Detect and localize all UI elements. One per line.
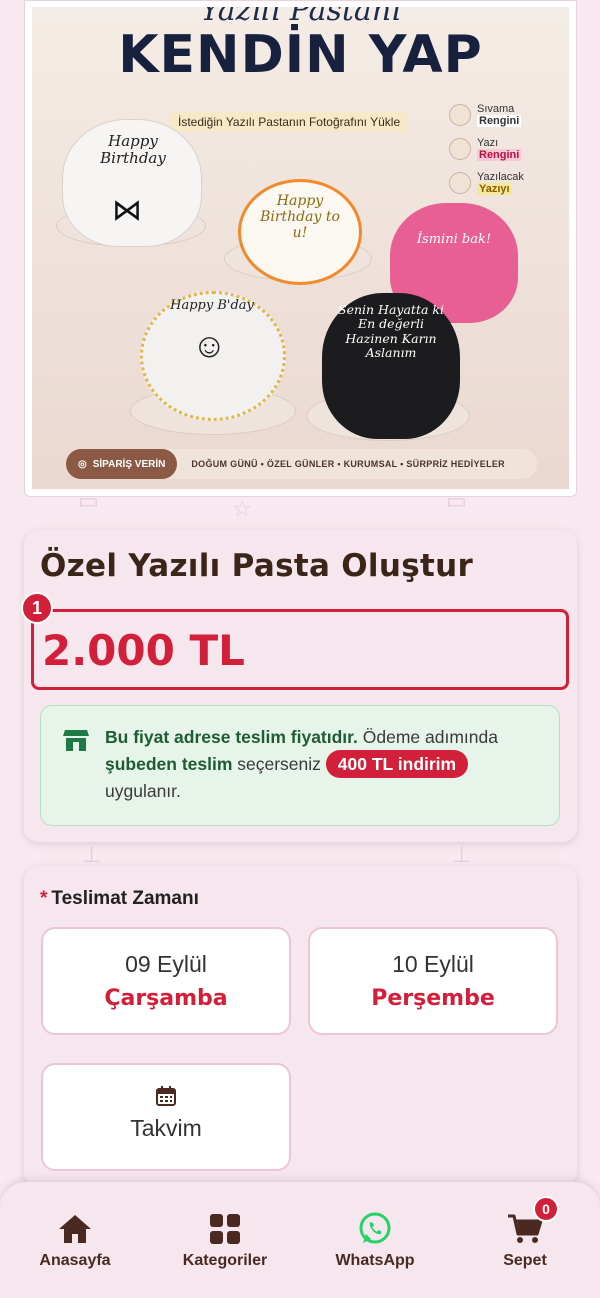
nav-home[interactable]: Anasayfa xyxy=(0,1182,150,1298)
step-marker: 1 xyxy=(21,592,53,624)
palette-icon xyxy=(449,104,471,126)
notice-text: uygulanır. xyxy=(105,781,181,801)
notice-text: seçerseniz xyxy=(232,754,326,774)
whatsapp-icon xyxy=(359,1212,391,1244)
home-icon xyxy=(59,1215,91,1243)
nav-categories[interactable]: Kategoriler xyxy=(150,1182,300,1298)
calendar-icon xyxy=(156,1086,176,1106)
delivery-date: 10 Eylül xyxy=(392,951,474,977)
delivery-day-option[interactable]: 09 Eylül Çarşamba xyxy=(41,927,291,1035)
bow-icon: ⋈ xyxy=(112,194,142,227)
banner-tags: DOĞUM GÜNÜ • ÖZEL GÜNLER • KURUMSAL • SÜ… xyxy=(191,459,505,469)
calendar-option[interactable]: Takvim xyxy=(41,1063,291,1171)
store-icon xyxy=(63,730,89,751)
notice-bold-text: şubeden teslim xyxy=(105,754,233,774)
ghost-icon: ☺ xyxy=(192,327,227,365)
nav-home-label: Anasayfa xyxy=(39,1252,111,1269)
banner-footer: ◎ SİPARİŞ VERİN DOĞUM GÜNÜ • ÖZEL GÜNLER… xyxy=(66,449,537,479)
banner-options: Sıvama Rengini Yazı Rengini Yazılacak Yazıy… xyxy=(449,103,559,205)
nav-categories-label: Kategoriler xyxy=(182,1252,268,1269)
cart-count-badge: 0 xyxy=(533,1196,559,1222)
deco-star-icon: ☆ xyxy=(232,496,252,521)
nav-cart-label: Sepet xyxy=(503,1252,547,1269)
cake-text: Happy Birthday xyxy=(100,132,166,168)
banner-option: Yazı Rengini xyxy=(449,137,559,161)
delivery-weekday: Perşembe xyxy=(371,986,495,1011)
banner-option: Yazılacak Yazıyı xyxy=(449,171,559,195)
cake-text: Senin Hayatta ki En değerli Hazinen Karı… xyxy=(338,302,444,361)
delivery-title: * Teslimat Zamanı xyxy=(40,888,199,910)
delivery-time-card: * Teslimat Zamanı 09 Eylül Çarşamba 10 Ey… xyxy=(24,866,577,1186)
nav-whatsapp-label: WhatsApp xyxy=(335,1252,415,1269)
notice-bold-text: Bu fiyat adrese teslim fiyatıdır. xyxy=(105,727,358,747)
nav-whatsapp[interactable]: WhatsApp xyxy=(300,1182,450,1298)
delivery-title-text: Teslimat Zamanı xyxy=(51,888,199,909)
price-box: 1 2.000 TL xyxy=(21,592,569,690)
whatsapp-icon: ◎ xyxy=(78,458,87,470)
banner-order-cta: ◎ SİPARİŞ VERİN xyxy=(66,449,178,479)
calendar-label: Takvim xyxy=(130,1115,202,1141)
grid-icon xyxy=(210,1214,240,1244)
banner-title: KENDİN YAP xyxy=(118,25,483,85)
keyboard-icon xyxy=(449,172,471,194)
delivery-weekday: Çarşamba xyxy=(104,986,228,1011)
cake-text: İsmini bak! xyxy=(416,232,492,247)
delivery-date: 09 Eylül xyxy=(125,951,207,977)
product-banner-image: Yazılı Pastanı KENDİN YAP İstediğin Yazı… xyxy=(32,7,569,489)
price: 2.000 TL xyxy=(42,626,245,675)
bottom-nav: Anasayfa Kategoriler WhatsApp 0 Sepet xyxy=(0,1182,600,1298)
delivery-price-notice: Bu fiyat adrese teslim fiyatıdır. Ödeme … xyxy=(40,705,560,826)
banner-subtitle: İstediğin Yazılı Pastanın Fotoğrafını Yü… xyxy=(170,112,409,132)
cake-text: Happy Birthday to u! xyxy=(260,193,340,242)
product-title: Özel Yazılı Pasta Oluştur xyxy=(40,548,474,584)
required-mark: * xyxy=(40,888,48,909)
delivery-day-option[interactable]: 10 Eylül Perşembe xyxy=(308,927,558,1035)
deco-stand-icon: ⊥ xyxy=(82,842,102,867)
product-info-card: Özel Yazılı Pasta Oluştur 1 2.000 TL Bu … xyxy=(21,530,577,842)
notice-text: Ödeme adımında xyxy=(357,727,498,747)
banner-option: Sıvama Rengini xyxy=(449,103,559,127)
deco-stand-icon: ⊥ xyxy=(452,842,472,867)
nav-cart[interactable]: 0 Sepet xyxy=(450,1182,600,1298)
product-image-card[interactable]: Yazılı Pastanı KENDİN YAP İstediğin Yazı… xyxy=(24,0,577,497)
cake-text: Happy B'day xyxy=(170,298,254,313)
pen-icon xyxy=(449,138,471,160)
discount-pill: 400 TL indirim xyxy=(325,750,469,778)
